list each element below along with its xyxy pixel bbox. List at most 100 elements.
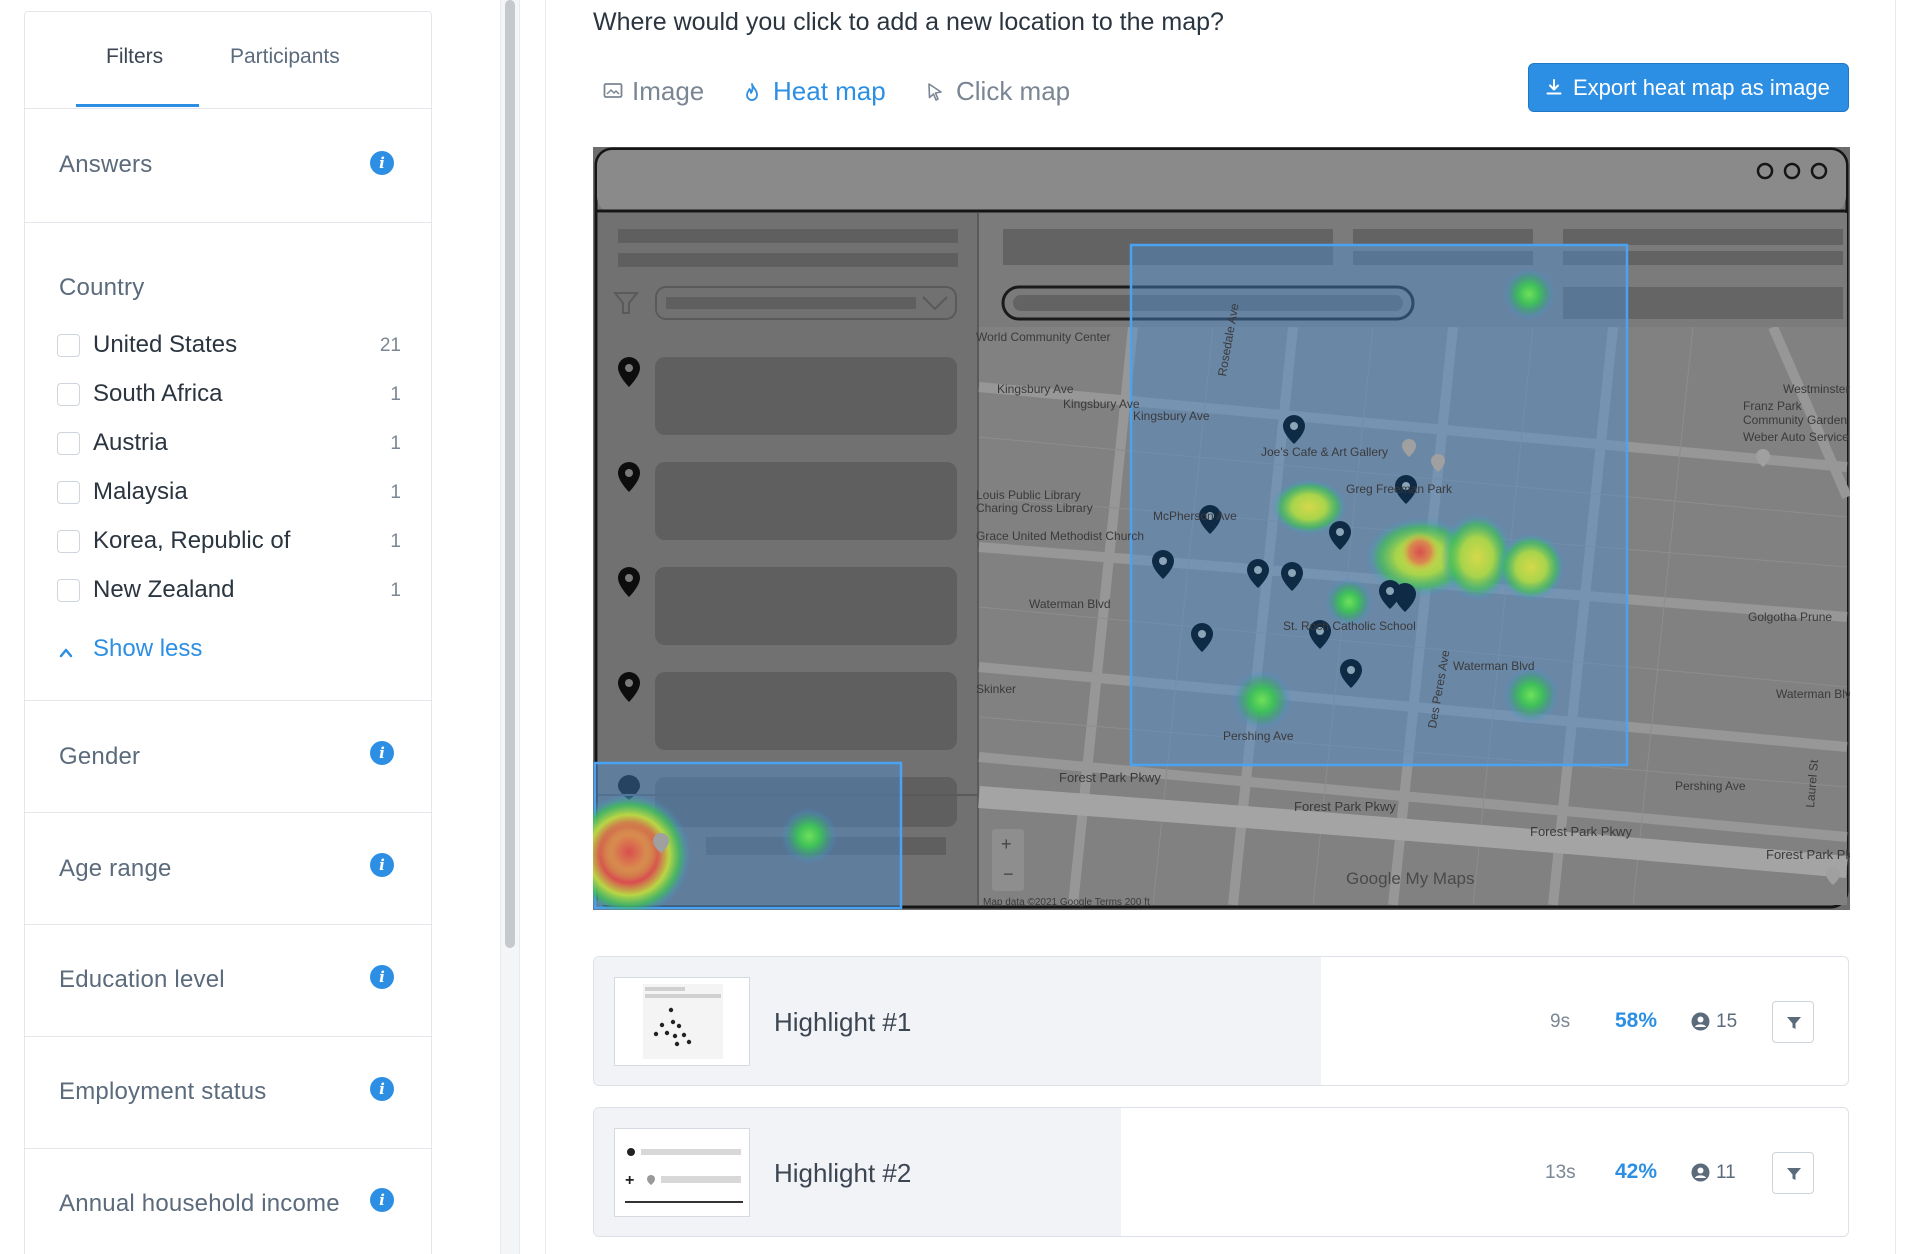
highlight-thumbnail: +	[614, 1128, 750, 1217]
map-label: Skinker	[976, 682, 1017, 696]
country-option[interactable]: United States 21	[57, 331, 401, 361]
tab-heat-map[interactable]: Heat map	[773, 76, 886, 107]
checkbox[interactable]	[57, 334, 80, 357]
country-option[interactable]: Malaysia 1	[57, 478, 401, 508]
map-label: Waterman Blvd	[1453, 659, 1535, 673]
map-label: World Community Center	[976, 330, 1111, 344]
checkbox[interactable]	[57, 530, 80, 553]
info-icon[interactable]: i	[370, 1077, 394, 1101]
map-label: Grace United Methodist Church	[976, 529, 1145, 543]
section-title-country: Country	[59, 274, 145, 301]
map-label: Forest Park Pkwy	[1294, 799, 1396, 814]
country-count: 1	[390, 433, 401, 454]
section-annual-household-income[interactable]: Annual household income i	[25, 1149, 431, 1254]
map-label: Kingsbury Ave	[997, 382, 1074, 396]
tab-filters[interactable]: Filters	[106, 45, 163, 69]
highlight-time: 9s	[1550, 1011, 1571, 1032]
highlight-users: 15	[1716, 1011, 1738, 1032]
info-icon[interactable]: i	[370, 1188, 394, 1212]
section-title-age-range: Age range	[59, 855, 172, 882]
heatmap-visual: + −	[593, 147, 1850, 910]
active-tab-indicator	[76, 104, 199, 107]
map-label: Westminster	[1783, 382, 1850, 396]
highlight-card[interactable]: + Highlight #2 13s 42% 11	[593, 1107, 1849, 1237]
map-label: Pershing Ave	[1675, 779, 1746, 793]
country-option[interactable]: Austria 1	[57, 429, 401, 459]
country-name: Malaysia	[93, 478, 188, 505]
map-label: Waterman Blvd	[1776, 687, 1850, 701]
section-gender[interactable]: Gender i	[25, 701, 431, 813]
tab-image[interactable]: Image	[632, 76, 704, 107]
filter-panel: Filters Participants Answers i Country U…	[24, 11, 432, 1254]
section-title-gender: Gender	[59, 743, 141, 770]
highlight-users: 11	[1716, 1162, 1736, 1183]
scrollbar-thumb[interactable]	[505, 0, 515, 948]
map-label: McPherson Ave	[1153, 509, 1237, 523]
map-label: Forest Park Pkwy	[1766, 847, 1850, 862]
cursor-icon	[928, 83, 942, 101]
checkbox[interactable]	[57, 432, 80, 455]
map-attribution: Map data ©2021 Google Terms 200 ft	[983, 897, 1150, 908]
section-employment-status[interactable]: Employment status i	[25, 1037, 431, 1149]
country-count: 1	[390, 482, 401, 503]
highlight-percent: 58%	[1615, 1009, 1658, 1032]
map-label: Greg Freeman Park	[1346, 482, 1453, 496]
highlight-percent: 42%	[1615, 1160, 1658, 1183]
svg-text:+: +	[625, 1172, 634, 1189]
checkbox[interactable]	[57, 383, 80, 406]
export-heat-map-button[interactable]: Export heat map as image	[1528, 63, 1849, 112]
section-title-education-level: Education level	[59, 966, 225, 993]
highlight-thumbnail	[614, 977, 750, 1066]
tab-participants[interactable]: Participants	[230, 45, 340, 69]
country-count: 21	[379, 335, 401, 356]
info-icon[interactable]: i	[370, 965, 394, 989]
info-icon[interactable]: i	[370, 151, 394, 175]
highlight-card[interactable]: Highlight #1 9s 58% 15	[593, 956, 1849, 1086]
section-title-answers: Answers	[59, 151, 153, 178]
map-label: Kingsbury Ave	[1133, 409, 1210, 423]
divider	[1895, 0, 1896, 1254]
question-title: Where would you click to add a new locat…	[593, 8, 1224, 36]
section-age-range[interactable]: Age range i	[25, 813, 431, 925]
highlight-time: 13s	[1545, 1162, 1576, 1183]
section-answers[interactable]: Answers i	[25, 110, 431, 223]
country-name: New Zealand	[93, 576, 235, 603]
highlight-title: Highlight #2	[774, 1158, 912, 1188]
checkbox[interactable]	[57, 579, 80, 602]
section-country: Country	[25, 223, 431, 701]
divider	[545, 0, 546, 1254]
user-icon	[1691, 1012, 1710, 1031]
info-icon[interactable]: i	[370, 741, 394, 765]
map-label: Joe's Cafe & Art Gallery	[1261, 445, 1389, 459]
svg-text:−: −	[1003, 864, 1014, 884]
section-education-level[interactable]: Education level i	[25, 925, 431, 1037]
country-option[interactable]: New Zealand 1	[57, 576, 401, 606]
country-name: Korea, Republic of	[93, 527, 291, 554]
info-icon[interactable]: i	[370, 853, 394, 877]
chevron-up-icon[interactable]	[59, 646, 73, 660]
highlight-title: Highlight #1	[774, 1007, 912, 1037]
country-name: United States	[93, 331, 238, 358]
country-count: 1	[390, 384, 401, 405]
map-label: St. Roch Catholic School	[1283, 619, 1416, 633]
map-label: Kingsbury Ave	[1063, 397, 1140, 411]
flame-icon	[746, 83, 758, 101]
map-label: Charing Cross Library	[976, 501, 1093, 515]
show-less-link[interactable]: Show less	[93, 635, 202, 663]
country-name: South Africa	[93, 380, 223, 407]
map-label: Waterman Blvd	[1029, 597, 1111, 611]
filter-button[interactable]	[1772, 1152, 1814, 1194]
section-title-employment-status: Employment status	[59, 1078, 267, 1105]
map-label: Louis Public Library	[976, 488, 1081, 502]
tab-click-map[interactable]: Click map	[956, 76, 1070, 107]
download-icon	[1546, 79, 1562, 95]
section-title-annual-household-income: Annual household income	[59, 1190, 340, 1217]
country-option[interactable]: Korea, Republic of 1	[57, 527, 401, 557]
filter-button[interactable]	[1772, 1001, 1814, 1043]
country-option[interactable]: South Africa 1	[57, 380, 401, 410]
map-label: Pershing Ave	[1223, 729, 1294, 743]
filter-icon	[1787, 1168, 1801, 1180]
checkbox[interactable]	[57, 481, 80, 504]
export-button-label: Export heat map as image	[1573, 75, 1830, 100]
heatmap-canvas[interactable]: + − World Community Center Kingsbury Ave…	[593, 147, 1850, 910]
